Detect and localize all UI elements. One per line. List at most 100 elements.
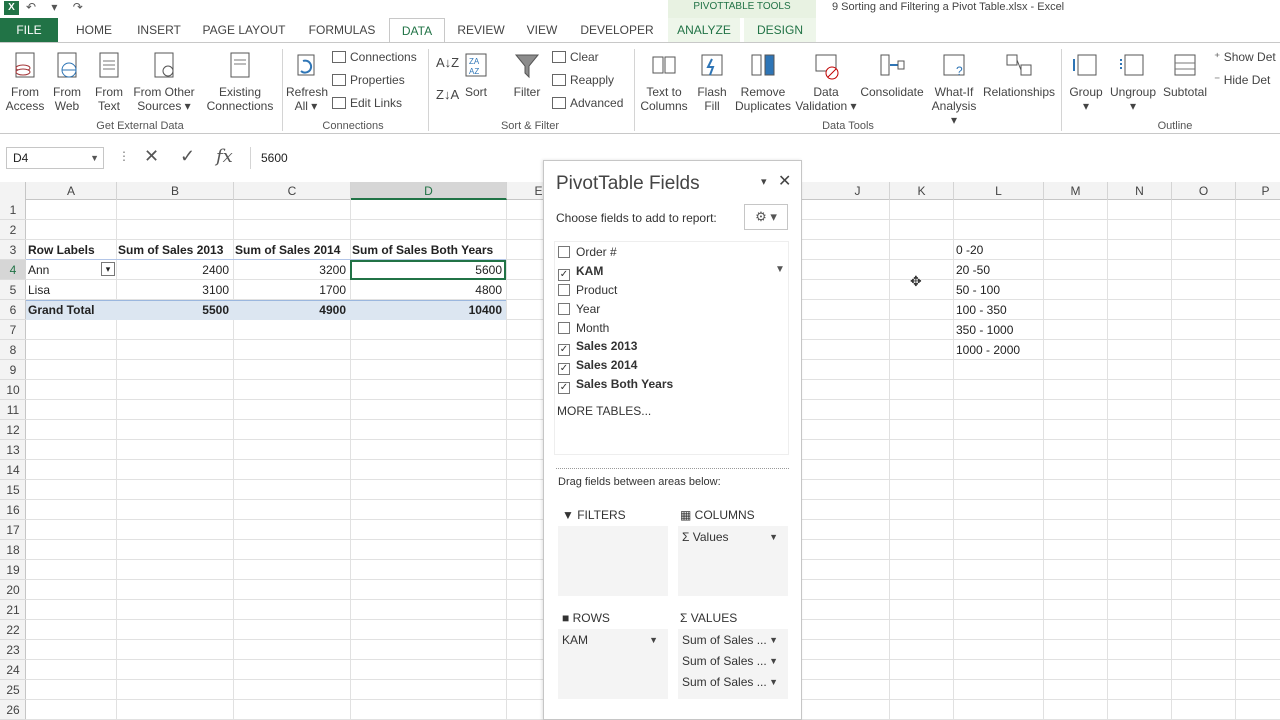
values-field-chip[interactable]: Sum of Sales ... ▼ [682, 631, 782, 649]
field-item[interactable]: Year [558, 300, 600, 318]
sort-button[interactable]: ZA AZ Sort [460, 51, 492, 99]
row-header[interactable]: 4 [0, 260, 26, 280]
pane-divider[interactable] [556, 468, 789, 469]
connections-button[interactable]: Connections [332, 49, 417, 65]
row-header[interactable]: 9 [0, 360, 26, 380]
tab-page-layout[interactable]: PAGE LAYOUT [196, 18, 292, 42]
row-header[interactable]: 17 [0, 520, 26, 540]
checkbox[interactable]: ✓ [558, 363, 570, 375]
field-item[interactable]: Month [558, 319, 609, 337]
more-tables-link[interactable]: MORE TABLES... [557, 404, 651, 418]
kam-filter-funnel-icon[interactable]: ▼ [775, 264, 785, 275]
row-header[interactable]: 6 [0, 300, 26, 320]
field-item[interactable]: ✓ Sales 2014 [558, 356, 637, 375]
chevron-down-icon[interactable]: ▼ [90, 148, 99, 168]
column-header-b[interactable]: B [117, 182, 234, 200]
tab-analyze[interactable]: ANALYZE [668, 18, 740, 42]
reapply-button[interactable]: Reapply [552, 72, 614, 88]
column-header-m[interactable]: M [1044, 182, 1108, 200]
columns-field-chip[interactable]: Σ Values ▼ [682, 528, 782, 546]
pivot-cell[interactable]: 3100 [116, 280, 231, 300]
columns-drop-area[interactable]: Σ Values ▼ [678, 526, 788, 596]
tab-home[interactable]: HOME [66, 18, 122, 42]
row-header[interactable]: 20 [0, 580, 26, 600]
row-header[interactable]: 8 [0, 340, 26, 360]
pivot-row-label[interactable]: Ann [26, 260, 116, 280]
row-header[interactable]: 26 [0, 700, 26, 720]
checkbox[interactable] [558, 284, 570, 296]
range-cell[interactable]: 0 -20 [954, 240, 1042, 260]
tab-review[interactable]: REVIEW [452, 18, 510, 42]
field-item[interactable]: Product [558, 281, 617, 299]
group-button[interactable]: Group ▾ [1066, 51, 1106, 113]
tab-insert[interactable]: INSERT [130, 18, 188, 42]
pivot-header-sales-both[interactable]: Sum of Sales Both Years [350, 240, 506, 260]
relationships-button[interactable]: Relationships [982, 51, 1056, 99]
tab-data[interactable]: DATA [389, 18, 445, 43]
properties-button[interactable]: Properties [332, 72, 405, 88]
remove-duplicates-button[interactable]: Remove Duplicates [734, 51, 792, 113]
from-access-button[interactable]: From Access [4, 51, 46, 113]
column-header-a[interactable]: A [26, 182, 117, 200]
pivot-header-row-labels[interactable]: Row Labels [26, 240, 116, 260]
pivot-header-sales-2014[interactable]: Sum of Sales 2014 [233, 240, 350, 260]
row-header[interactable]: 1 [0, 200, 26, 220]
insert-function-icon[interactable]: fx [216, 146, 233, 167]
row-header[interactable]: 2 [0, 220, 26, 240]
row-header[interactable]: 5 [0, 280, 26, 300]
tab-developer[interactable]: DEVELOPER [574, 18, 660, 42]
grand-total-cell[interactable]: 5500 [116, 300, 231, 320]
row-header[interactable]: 13 [0, 440, 26, 460]
consolidate-button[interactable]: Consolidate [858, 51, 926, 99]
row-header[interactable]: 24 [0, 660, 26, 680]
ungroup-button[interactable]: Ungroup ▾ [1108, 51, 1158, 113]
pivot-cell[interactable]: 4800 [350, 280, 504, 300]
row-header[interactable]: 22 [0, 620, 26, 640]
enter-check-icon[interactable]: ✓ [180, 146, 195, 167]
filters-drop-area[interactable] [558, 526, 668, 596]
sort-descending-button[interactable]: Z↓A [436, 87, 459, 103]
range-cell[interactable]: 1000 - 2000 [954, 340, 1042, 360]
tab-file[interactable]: FILE [0, 18, 58, 42]
chevron-down-icon[interactable]: ▼ [769, 652, 778, 670]
row-header[interactable]: 3 [0, 240, 26, 260]
column-header-n[interactable]: N [1108, 182, 1172, 200]
from-other-sources-button[interactable]: From Other Sources ▾ [132, 51, 196, 113]
range-cell[interactable]: 20 -50 [954, 260, 1042, 280]
row-header[interactable]: 19 [0, 560, 26, 580]
column-header-o[interactable]: O [1172, 182, 1236, 200]
range-cell[interactable]: 50 - 100 [954, 280, 1042, 300]
filter-button[interactable]: Filter [508, 51, 546, 99]
row-header[interactable]: 16 [0, 500, 26, 520]
checkbox[interactable]: ✓ [558, 269, 570, 281]
row-header[interactable]: 14 [0, 460, 26, 480]
field-item[interactable]: ✓ Sales Both Years [558, 375, 673, 394]
values-field-chip[interactable]: Sum of Sales ... ▼ [682, 652, 782, 670]
close-icon[interactable]: ✕ [778, 171, 791, 191]
row-header[interactable]: 7 [0, 320, 26, 340]
column-header-j[interactable]: J [826, 182, 890, 200]
row-header[interactable]: 15 [0, 480, 26, 500]
pivot-row-label[interactable]: Lisa [26, 280, 116, 300]
data-validation-button[interactable]: Data Validation ▾ [794, 51, 858, 113]
cancel-icon[interactable]: ✕ [144, 146, 159, 167]
grand-total-label[interactable]: Grand Total [26, 300, 116, 320]
checkbox[interactable] [558, 303, 570, 315]
clear-button[interactable]: Clear [552, 49, 599, 65]
quick-access-toolbar[interactable]: ↶ ▾ ↷ [26, 0, 89, 14]
rows-field-chip[interactable]: KAM ▼ [562, 631, 662, 649]
pivot-cell[interactable]: 3200 [233, 260, 348, 280]
row-header[interactable]: 25 [0, 680, 26, 700]
tab-design[interactable]: DESIGN [744, 18, 816, 42]
range-cell[interactable]: 350 - 1000 [954, 320, 1042, 340]
checkbox[interactable]: ✓ [558, 382, 570, 394]
pivot-cell[interactable]: 2400 [116, 260, 231, 280]
rows-drop-area[interactable]: KAM ▼ [558, 629, 668, 699]
gear-icon[interactable]: ⚙ ▾ [744, 204, 788, 230]
row-header[interactable]: 21 [0, 600, 26, 620]
text-to-columns-button[interactable]: Text to Columns [638, 51, 690, 113]
checkbox[interactable] [558, 246, 570, 258]
field-item[interactable]: ✓ KAM [558, 262, 603, 281]
chevron-down-icon[interactable]: ▼ [769, 631, 778, 649]
pivot-cell[interactable]: 1700 [233, 280, 348, 300]
